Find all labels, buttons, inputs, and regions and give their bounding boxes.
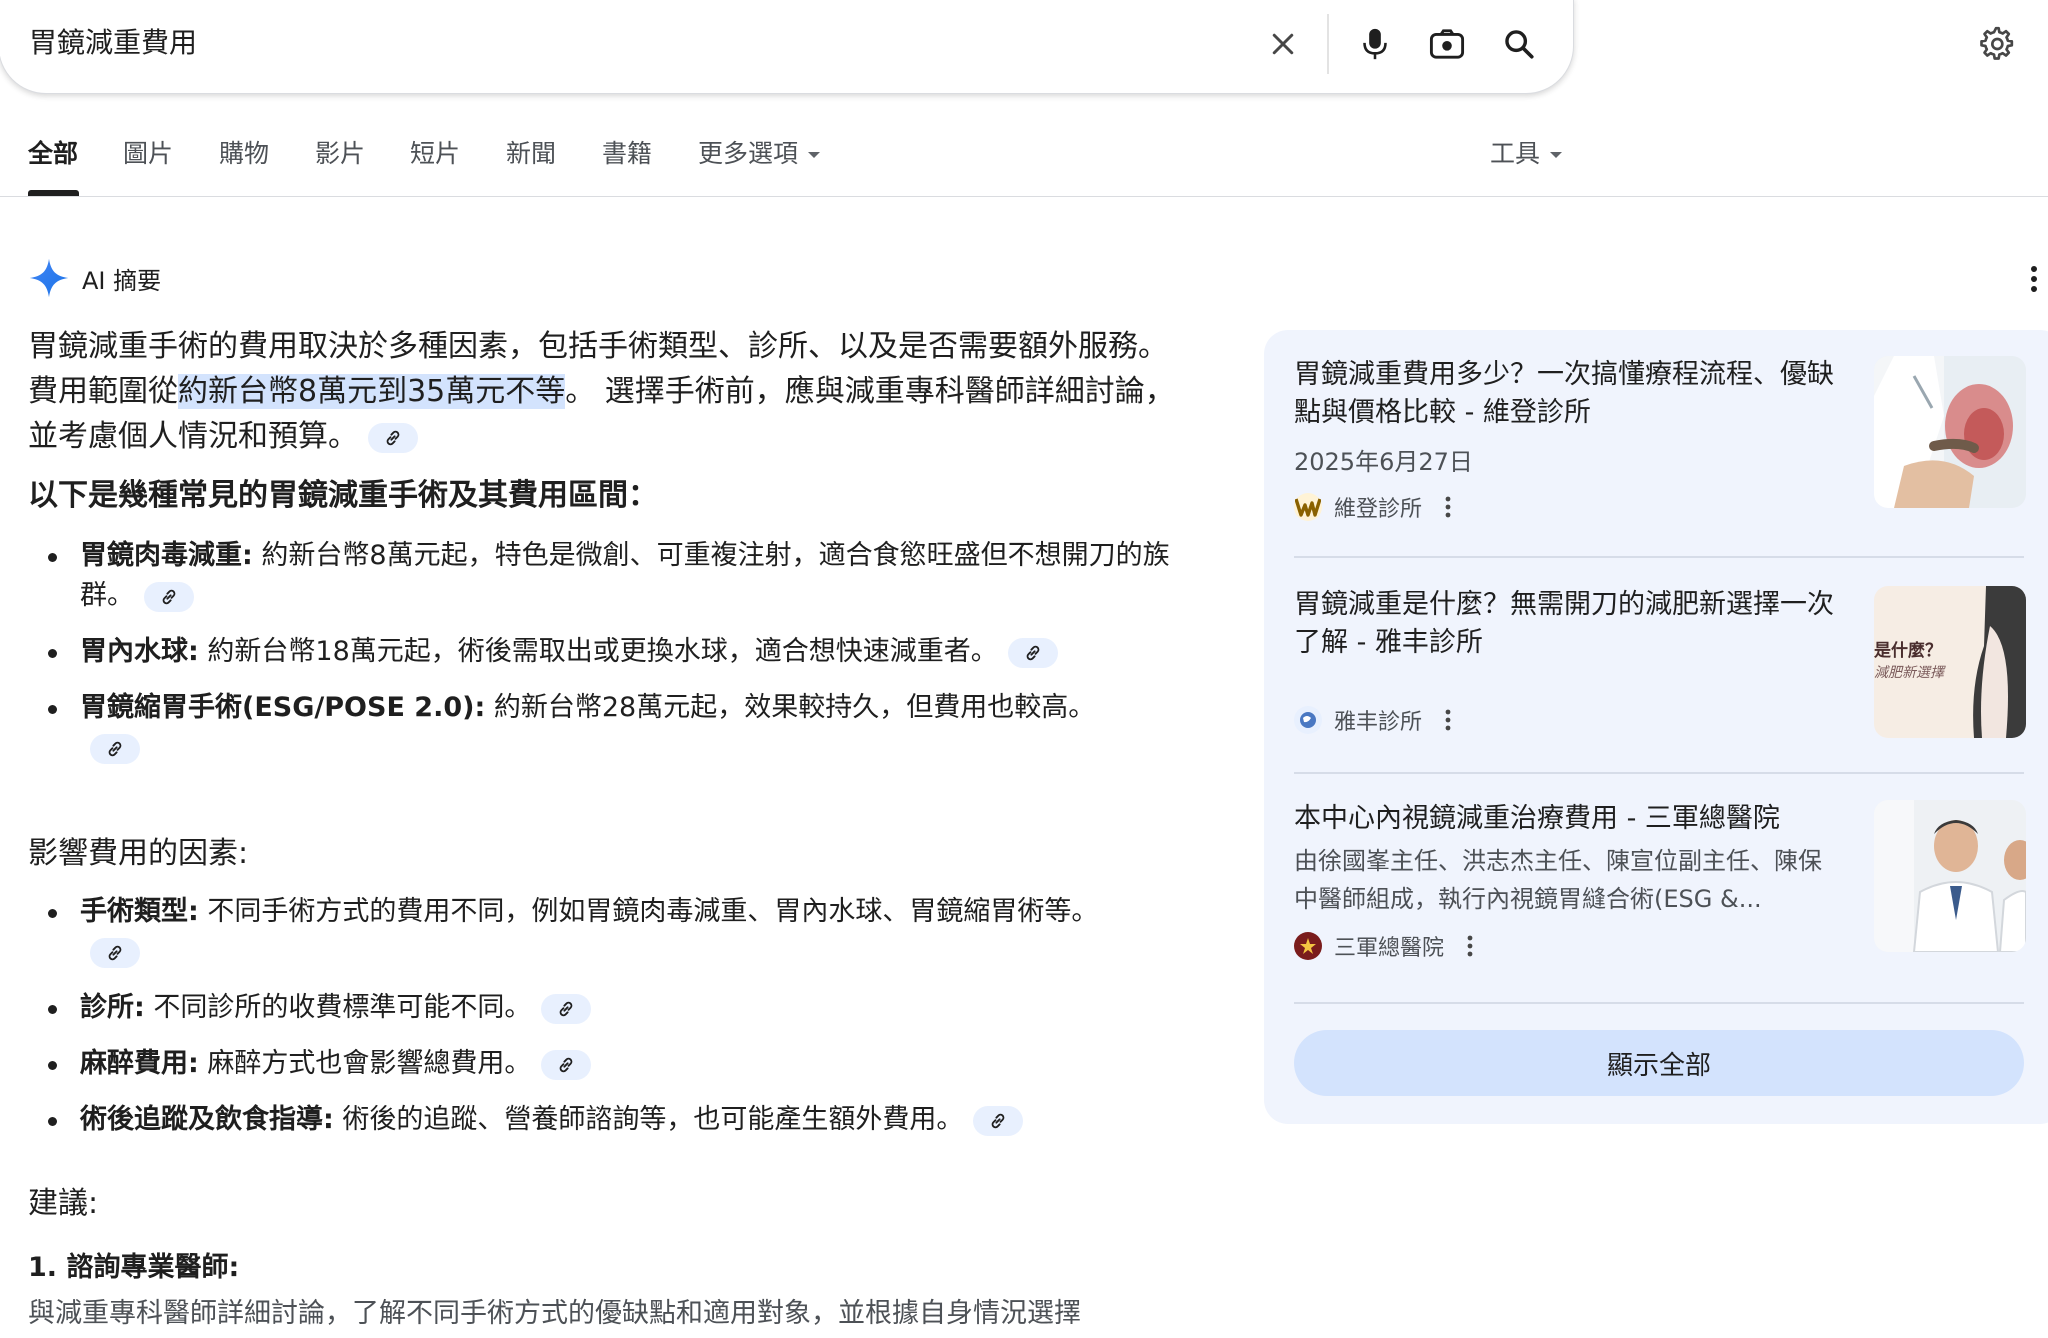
source-thumbnail[interactable]: [1874, 356, 2026, 508]
tab-more[interactable]: 更多選項: [698, 134, 821, 174]
source-link-chip[interactable]: [541, 1049, 592, 1080]
tools-button[interactable]: 工具: [1490, 134, 1563, 174]
source-snippet: 由徐國峯主任、洪志杰主任、陳宣位副主任、陳保中醫師組成，執行內視鏡胃縫合術(ES…: [1294, 847, 1822, 913]
search-icon[interactable]: [1497, 22, 1541, 66]
ai-overview-title: AI 摘要: [82, 266, 162, 295]
procedure-text: 約新台幣18萬元起，術後需取出或更換水球，適合想快速減重者。: [198, 636, 998, 667]
site-favicon: [1294, 493, 1322, 521]
search-input[interactable]: 胃鏡減重費用: [29, 22, 197, 64]
tab-videos[interactable]: 影片: [315, 134, 365, 174]
site-name: 維登診所: [1334, 497, 1423, 522]
factor-text: 不同手術方式的費用不同，例如胃鏡肉毒減重、胃內水球、胃鏡縮胃術等。: [198, 896, 1099, 927]
link-icon: [108, 945, 122, 960]
tab-all[interactable]: 全部: [28, 134, 78, 174]
factor-name: 診所:: [80, 992, 145, 1023]
source-link-chip[interactable]: [541, 993, 592, 1024]
source-card[interactable]: 胃鏡減重費用多少？一次搞懂療程流程、優缺點與價格比較 - 維登診所 2025年6…: [1294, 356, 2026, 523]
more-options-icon[interactable]: [1466, 933, 1474, 959]
procedure-text: 約新台幣28萬元起，效果較持久，但費用也較高。: [485, 692, 1096, 723]
list-item: 胃鏡肉毒減重: 約新台幣8萬元起，特色是微創、可重複注射，適合食慾旺盛但不想開刀…: [28, 536, 1198, 616]
caret-down-icon: [808, 152, 821, 158]
factor-name: 麻醉費用:: [80, 1048, 199, 1079]
source-card[interactable]: 胃鏡減重是什麼？無需開刀的減肥新選擇一次了解 - 雅丰診所 雅丰診所 是什麼？ …: [1294, 586, 2026, 738]
link-icon: [992, 1113, 1005, 1128]
tab-images[interactable]: 圖片: [123, 134, 173, 174]
link-icon: [108, 741, 122, 756]
link-icon: [386, 430, 400, 445]
sources-panel: 胃鏡減重費用多少？一次搞懂療程流程、優缺點與價格比較 - 維登診所 2025年6…: [1264, 330, 2048, 1124]
more-options-icon[interactable]: [2026, 264, 2042, 294]
list-item: 胃鏡縮胃手術(ESG/POSE 2.0): 約新台幣28萬元起，效果較持久，但費…: [28, 688, 1128, 768]
factor-text: 術後的追蹤、營養師諮詢等，也可能產生額外費用。: [333, 1104, 964, 1135]
card-divider: [1294, 772, 2024, 774]
advice-item-title: 1. 諮詢專業醫師:: [28, 1252, 240, 1283]
source-thumbnail[interactable]: 是什麼？ 減肥新選擇: [1874, 586, 2026, 738]
source-title[interactable]: 胃鏡減重是什麼？無需開刀的減肥新選擇一次了解 - 雅丰診所: [1294, 586, 1842, 662]
site-name: 雅丰診所: [1334, 710, 1423, 735]
list-item: 診所: 不同診所的收費標準可能不同。: [28, 988, 1198, 1028]
site-favicon: [1294, 706, 1322, 734]
card-divider: [1294, 556, 2024, 558]
source-link-chip[interactable]: [973, 1105, 1024, 1136]
list-item: 胃內水球: 約新台幣18萬元起，術後需取出或更換水球，適合想快速減重者。: [28, 632, 1198, 672]
link-icon: [560, 1001, 573, 1016]
advice-item-text: 與減重專科醫師詳細討論，了解不同手術方式的優缺點和適用對象，並根據自身情況選擇: [28, 1298, 1081, 1329]
list-item: 麻醉費用: 麻醉方式也會影響總費用。: [28, 1044, 1198, 1084]
search-bar: 胃鏡減重費用: [0, 0, 1574, 94]
tabs-divider: [0, 196, 2048, 197]
list-item: 手術類型: 不同手術方式的費用不同，例如胃鏡肉毒減重、胃內水球、胃鏡縮胃術等。: [28, 892, 1148, 972]
source-link-chip[interactable]: [368, 422, 418, 453]
search-divider: [1327, 14, 1329, 74]
more-label: 更多選項: [698, 139, 799, 168]
caret-down-icon: [1550, 152, 1563, 158]
procedure-name: 胃鏡肉毒減重:: [80, 540, 253, 571]
link-icon: [1026, 645, 1040, 660]
source-link-chip[interactable]: [90, 937, 140, 968]
factor-name: 術後追蹤及飲食指導:: [80, 1104, 334, 1135]
show-all-button[interactable]: 顯示全部: [1294, 1030, 2024, 1096]
procedures-list: 胃鏡肉毒減重: 約新台幣8萬元起，特色是微創、可重複注射，適合食慾旺盛但不想開刀…: [28, 536, 1198, 784]
gear-icon[interactable]: [1972, 20, 2020, 68]
source-link-chip[interactable]: [1007, 637, 1058, 668]
factors-heading: 影響費用的因素:: [28, 836, 249, 871]
procedure-name: 胃鏡縮胃手術(ESG/POSE 2.0):: [80, 692, 486, 723]
factors-list: 手術類型: 不同手術方式的費用不同，例如胃鏡肉毒減重、胃內水球、胃鏡縮胃術等。 …: [28, 892, 1198, 1156]
source-card[interactable]: 本中心內視鏡減重治療費用 - 三軍總醫院 由徐國峯主任、洪志杰主任、陳宣位副主任…: [1294, 800, 2026, 962]
source-thumbnail[interactable]: [1874, 800, 2026, 952]
factor-text: 麻醉方式也會影響總費用。: [198, 1048, 532, 1079]
site-favicon: [1294, 932, 1322, 960]
tab-news[interactable]: 新聞: [506, 134, 556, 174]
tab-shorts[interactable]: 短片: [410, 134, 460, 174]
tab-books[interactable]: 書籍: [602, 134, 652, 174]
site-name: 三軍總醫院: [1334, 936, 1445, 961]
link-icon: [162, 589, 176, 604]
highlighted-price-range: 約新台幣8萬元到35萬元不等: [178, 374, 566, 409]
ai-overview-header: AI 摘要: [28, 256, 161, 300]
ai-intro: 胃鏡減重手術的費用取決於多種因素，包括手術類型、診所、以及是否需要額外服務。 費…: [28, 324, 1198, 459]
more-options-icon[interactable]: [1444, 494, 1452, 520]
procedures-heading: 以下是幾種常見的胃鏡減重手術及其費用區間：: [28, 478, 658, 513]
factor-name: 手術類型:: [80, 896, 199, 927]
source-link-chip[interactable]: [144, 581, 194, 612]
clear-icon[interactable]: [1263, 24, 1303, 64]
sparkle-icon: [29, 258, 69, 298]
link-icon: [560, 1057, 573, 1072]
more-options-icon[interactable]: [1444, 707, 1452, 733]
card-divider: [1294, 1002, 2024, 1004]
procedure-name: 胃內水球:: [80, 636, 199, 667]
tools-label: 工具: [1490, 139, 1541, 168]
source-title[interactable]: 胃鏡減重費用多少？一次搞懂療程流程、優缺點與價格比較 - 維登診所: [1294, 356, 1842, 432]
tab-shopping[interactable]: 購物: [219, 134, 269, 174]
source-link-chip[interactable]: [90, 733, 140, 764]
microphone-icon[interactable]: [1353, 22, 1397, 66]
list-item: 術後追蹤及飲食指導: 術後的追蹤、營養師諮詢等，也可能產生額外費用。: [28, 1100, 1198, 1140]
source-title[interactable]: 本中心內視鏡減重治療費用 - 三軍總醫院: [1294, 800, 1842, 838]
ai-overview-body: 胃鏡減重手術的費用取決於多種因素，包括手術類型、診所、以及是否需要額外服務。 費…: [28, 324, 1198, 1329]
advice-heading: 建議:: [28, 1186, 99, 1221]
factor-text: 不同診所的收費標準可能不同。: [144, 992, 532, 1023]
camera-lens-icon[interactable]: [1425, 22, 1469, 66]
